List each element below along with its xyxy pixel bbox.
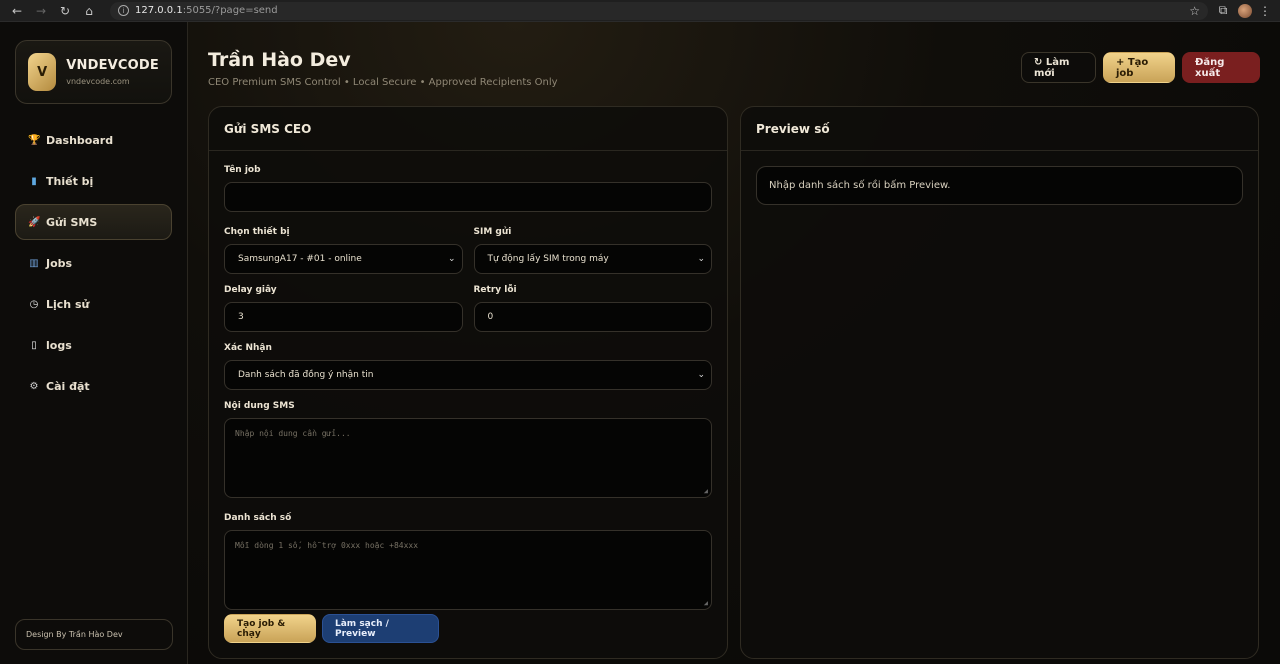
profile-avatar[interactable] <box>1238 3 1252 18</box>
sidebar-nav: 🏆 Dashboard ▮ Thiết bị 🚀 Gửi SMS ▥ Jobs … <box>15 122 172 404</box>
sidebar: V VNDEVCODE vndevcode.com 🏆 Dashboard ▮ … <box>0 22 188 664</box>
page-title: Trần Hào Dev <box>208 49 351 71</box>
job-name-label: Tên job <box>224 165 261 175</box>
job-name-input[interactable] <box>224 182 712 212</box>
resize-grip-icon[interactable]: ◢ <box>704 599 708 607</box>
page-header: Trần Hào Dev CEO Premium SMS Control • L… <box>208 22 1260 106</box>
design-credit: Design By Trần Hào Dev <box>15 619 173 650</box>
logout-button[interactable]: Đăng xuất <box>1182 52 1260 83</box>
send-sms-panel-title: Gửi SMS CEO <box>209 107 727 151</box>
brand-name: VNDEVCODE <box>66 58 159 73</box>
send-sms-form: Tên job Chọn thiết bị SamsungA17 - #01 -… <box>209 151 727 643</box>
retry-label: Retry lỗi <box>473 285 517 295</box>
device-select[interactable]: SamsungA17 - #01 - online ⌄ <box>224 244 463 274</box>
resize-grip-icon[interactable]: ◢ <box>704 487 708 495</box>
sidebar-item-label: Gửi SMS <box>46 215 98 229</box>
sidebar-item-logs[interactable]: ▯ logs <box>15 327 172 363</box>
confirm-select-value: Danh sách đã đồng ý nhận tin <box>238 370 374 380</box>
browser-menu-icon[interactable]: ⋮ <box>1258 4 1272 18</box>
sim-select-value: Tự động lấy SIM trong máy <box>487 254 609 264</box>
header-actions: ↻ Làm mới + Tạo job Đăng xuất <box>1021 52 1260 83</box>
chart-icon: ▥ <box>29 257 39 269</box>
form-actions: Tạo job & chạy Làm sạch / Preview <box>224 614 712 643</box>
address-bar[interactable]: i 127.0.0.1:5055/?page=send ☆ <box>110 1 1208 20</box>
panels: Gửi SMS CEO Tên job Chọn thiết bị Samsun… <box>208 106 1260 659</box>
sms-content-label: Nội dung SMS <box>224 401 295 411</box>
sms-content-textarea[interactable]: Nhập nội dung cần gửi... ◢ <box>224 418 712 498</box>
brand-url: vndevcode.com <box>66 77 130 86</box>
preview-panel: Preview số Nhập danh sách số rồi bấm Pre… <box>740 106 1259 659</box>
sidebar-item-label: Lịch sử <box>46 297 90 311</box>
main-content: Trần Hào Dev CEO Premium SMS Control • L… <box>188 22 1280 664</box>
trophy-icon: 🏆 <box>28 134 41 146</box>
home-icon[interactable]: ⌂ <box>80 2 98 20</box>
phone-icon: ▮ <box>31 175 37 187</box>
new-job-button[interactable]: + Tạo job <box>1103 52 1175 83</box>
rocket-icon: 🚀 <box>28 216 41 228</box>
gear-icon: ⚙ <box>29 380 39 392</box>
sidebar-item-label: Jobs <box>46 256 73 270</box>
url-path: :5055/?page=send <box>182 5 278 16</box>
sidebar-item-label: Dashboard <box>46 133 114 147</box>
device-select-value: SamsungA17 - #01 - online <box>238 254 362 264</box>
bookmark-star-icon[interactable]: ☆ <box>1189 4 1200 18</box>
brand-card: V VNDEVCODE vndevcode.com <box>15 40 172 104</box>
confirm-label: Xác Nhận <box>224 343 272 353</box>
page-subtitle: CEO Premium SMS Control • Local Secure •… <box>208 77 558 88</box>
site-info-icon[interactable]: i <box>118 5 129 16</box>
sidebar-item-devices[interactable]: ▮ Thiết bị <box>15 163 172 199</box>
confirm-select[interactable]: Danh sách đã đồng ý nhận tin ⌄ <box>224 360 712 390</box>
clean-preview-button[interactable]: Làm sạch / Preview <box>322 614 439 643</box>
numbers-placeholder: Mỗi dòng 1 số, hỗ trợ 0xxx hoặc +84xxx <box>235 541 419 550</box>
chevron-down-icon: ⌄ <box>697 254 705 264</box>
document-icon: ▯ <box>31 339 37 351</box>
preview-message: Nhập danh sách số rồi bấm Preview. <box>756 166 1243 205</box>
device-label: Chọn thiết bị <box>224 227 290 237</box>
brand-logo: V <box>28 53 57 91</box>
sidebar-item-settings[interactable]: ⚙ Cài đặt <box>15 368 172 404</box>
forward-icon[interactable]: → <box>32 2 50 20</box>
sim-select[interactable]: Tự động lấy SIM trong máy ⌄ <box>473 244 712 274</box>
back-icon[interactable]: ← <box>8 2 26 20</box>
sidebar-item-label: Thiết bị <box>46 174 94 188</box>
browser-toolbar: ← → ↻ ⌂ i 127.0.0.1:5055/?page=send ☆ ⧉ … <box>0 0 1280 22</box>
sidebar-item-label: logs <box>46 338 72 352</box>
chevron-down-icon: ⌄ <box>447 254 456 264</box>
chevron-down-icon: ⌄ <box>697 370 705 380</box>
delay-input[interactable]: 3 <box>224 302 463 332</box>
retry-input[interactable]: 0 <box>473 302 712 332</box>
sim-label: SIM gửi <box>473 227 512 237</box>
sidebar-item-history[interactable]: ◷ Lịch sử <box>15 286 172 322</box>
send-sms-panel: Gửi SMS CEO Tên job Chọn thiết bị Samsun… <box>208 106 728 659</box>
preview-panel-title: Preview số <box>741 107 1258 151</box>
app-root: V VNDEVCODE vndevcode.com 🏆 Dashboard ▮ … <box>0 22 1280 664</box>
url-host: 127.0.0.1 <box>135 5 183 16</box>
reload-icon[interactable]: ↻ <box>56 2 74 20</box>
create-and-run-button[interactable]: Tạo job & chạy <box>224 614 316 643</box>
sidebar-item-label: Cài đặt <box>46 379 90 393</box>
sidebar-item-dashboard[interactable]: 🏆 Dashboard <box>15 122 172 158</box>
clock-icon: ◷ <box>29 298 39 310</box>
sidebar-item-jobs[interactable]: ▥ Jobs <box>15 245 172 281</box>
delay-label: Delay giây <box>224 285 277 295</box>
numbers-textarea[interactable]: Mỗi dòng 1 số, hỗ trợ 0xxx hoặc +84xxx ◢ <box>224 530 712 610</box>
refresh-button[interactable]: ↻ Làm mới <box>1021 52 1096 83</box>
sidebar-item-send-sms[interactable]: 🚀 Gửi SMS <box>15 204 172 240</box>
sms-content-placeholder: Nhập nội dung cần gửi... <box>235 429 351 438</box>
extensions-icon[interactable]: ⧉ <box>1214 2 1232 20</box>
numbers-label: Danh sách số <box>224 513 292 523</box>
